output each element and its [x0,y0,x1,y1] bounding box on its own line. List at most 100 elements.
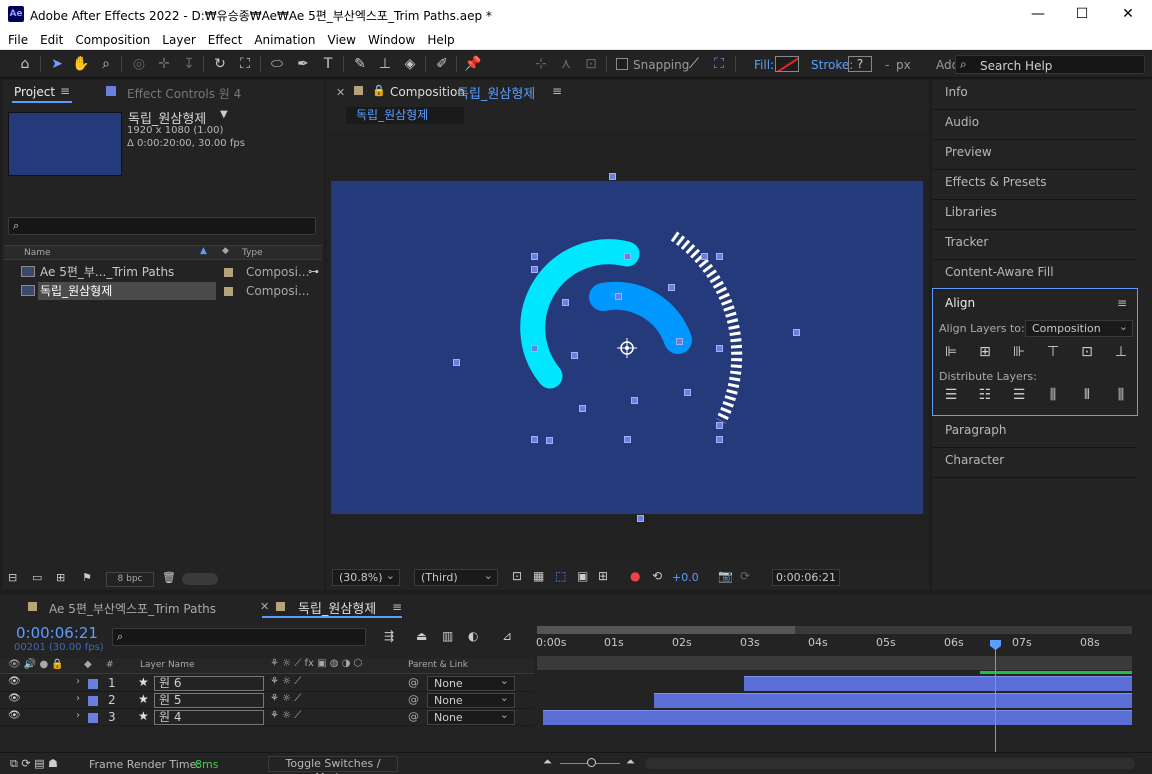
work-area-bar[interactable] [537,626,1132,634]
frame-blending-icon[interactable]: ◐ [468,629,478,643]
align-bottom-icon[interactable]: ⊥ [1113,344,1129,360]
type-tool-icon[interactable]: T [317,54,339,74]
puppet-tool-icon[interactable]: 📌 [462,54,484,74]
bounding-handle[interactable] [531,436,538,443]
rotation-tool-icon[interactable]: ↻ [209,54,231,74]
paragraph-panel[interactable]: Paragraph [932,418,1137,448]
grid-guides-icon[interactable]: ⊞ [598,569,608,583]
bounding-handle[interactable] [531,266,538,273]
mask-path-icon[interactable]: ⬚ [555,569,566,583]
show-snapshot-icon[interactable]: ⟳ [740,569,750,583]
bounding-handle[interactable] [668,284,675,291]
shy-layers-icon[interactable]: ▥ [442,629,453,643]
arc-blue[interactable] [589,281,692,354]
interpret-footage-icon[interactable]: ⊟ [8,571,17,584]
distribute-top-icon[interactable]: ☰ [943,387,959,403]
align-vertical-center-icon[interactable]: ⊡ [1079,344,1095,360]
menu-effect[interactable]: Effect [202,30,249,50]
project-tab[interactable]: Project [14,85,55,99]
comp-dropdown-icon[interactable]: ▼ [220,109,228,120]
pick-whip-icon[interactable]: @ [408,693,419,706]
new-comp-icon[interactable]: ⊞ [56,571,65,584]
clone-stamp-tool-icon[interactable]: ⊥ [374,54,396,74]
dolly-camera-icon[interactable]: ↧ [178,54,200,74]
timeline-timecode[interactable]: 0:00:06:21 [16,624,98,642]
comp-flowchart-icon[interactable]: ⇶ [384,629,394,643]
tracker-panel[interactable]: Tracker [932,230,1137,260]
layer-switches[interactable]: ⚘ ☼ ⟋ [270,710,301,721]
expand-chevron-icon[interactable]: › [76,676,80,687]
timeline-tab-other[interactable]: Ae 5편_부산엑스포_Trim Paths [49,600,216,617]
zoom-slider-thumb[interactable] [587,758,596,767]
pen-tool-icon[interactable]: ✒ [292,54,314,74]
pick-whip-icon[interactable]: @ [408,710,419,723]
exposure-value[interactable]: +0.0 [672,571,699,584]
bounding-handle[interactable] [562,299,569,306]
hand-tool-icon[interactable]: ✋ [70,54,92,74]
home-icon[interactable]: ⌂ [14,54,36,74]
anchor-point-icon[interactable] [617,338,637,358]
viewer-menu-icon[interactable]: ≡ [552,84,562,98]
region-of-interest-icon[interactable]: ▣ [577,569,588,583]
libraries-panel[interactable]: Libraries [932,200,1137,230]
layer-row[interactable]: 👁 › 2 ★ 원 5 ⚘ ☼ ⟋ @ None [0,691,534,709]
roto-brush-tool-icon[interactable]: ✐ [431,54,453,74]
bounding-handle[interactable] [684,389,691,396]
zoom-in-icon[interactable]: ⏶ [626,755,635,769]
project-menu-icon[interactable]: ≡ [60,84,70,98]
effects-presets-panel[interactable]: Effects & Presets [932,170,1137,200]
parent-dropdown[interactable]: None [427,674,515,691]
bounding-handle[interactable] [716,422,723,429]
visibility-eye-icon[interactable]: 👁 [8,693,21,704]
playhead-line[interactable] [995,648,996,754]
snap-edges-icon[interactable]: ⟋ [683,54,705,74]
project-item[interactable]: Ae 5편_부..._Trim Paths Composi... ⊶ [4,263,322,281]
expand-chevron-icon[interactable]: › [76,710,80,721]
bounding-handle[interactable] [701,253,708,260]
toggle-switches-modes-button[interactable]: Toggle Switches / Modes [268,756,398,774]
orbit-camera-icon[interactable]: ◎ [128,54,150,74]
eraser-tool-icon[interactable]: ◈ [399,54,421,74]
adjust-project-icon[interactable]: ⚑ [82,571,92,584]
bounding-handle[interactable] [453,359,460,366]
col-name[interactable]: Name [24,248,51,258]
resolution-dropdown[interactable]: (Third) [414,568,498,586]
menu-file[interactable]: File [0,30,34,50]
draft-3d-icon[interactable]: ⏏ [416,629,427,643]
new-folder-icon[interactable]: ▭ [32,571,42,584]
reset-exposure-icon[interactable]: ⟲ [652,569,662,583]
brush-tool-icon[interactable]: ✎ [349,54,371,74]
bounding-handle[interactable] [676,338,683,345]
snap-feature-icon[interactable]: ⛶ [708,54,730,74]
axis-view-icon[interactable]: ⊡ [580,54,602,74]
menu-composition[interactable]: Composition [69,30,156,50]
bounding-handle[interactable] [609,173,616,180]
viewer-timecode[interactable]: 0:00:06:21 [772,569,840,586]
preview-panel[interactable]: Preview [932,140,1137,170]
axis-local-icon[interactable]: ⊹ [530,54,552,74]
bounding-handle[interactable] [571,352,578,359]
thumbnail-size-slider[interactable] [182,573,218,585]
pick-whip-icon[interactable]: @ [408,676,419,689]
align-left-icon[interactable]: ⊫ [943,344,959,360]
close-tab-icon[interactable]: ✕ [260,600,269,613]
flowchart-icon[interactable]: ⊶ [308,263,319,281]
menu-layer[interactable]: Layer [156,30,201,50]
transparency-grid-icon[interactable]: ▦ [533,569,544,583]
bounding-handle[interactable] [793,329,800,336]
selection-tool-icon[interactable]: ➤ [46,54,68,74]
stroke-swatch[interactable]: ? [848,56,872,72]
align-right-icon[interactable]: ⊪ [1011,344,1027,360]
bounding-handle[interactable] [631,397,638,404]
color-channels-icon[interactable]: ● [630,569,640,583]
col-type[interactable]: Type [242,248,263,258]
timeline-tab-active[interactable]: 독립_원삼형제 [298,598,376,617]
zoom-out-icon[interactable]: ⏶ [543,755,552,769]
menu-window[interactable]: Window [362,30,421,50]
ellipse-tool-icon[interactable]: ⬭ [266,54,288,74]
composition-tab-name[interactable]: 독립_원삼형제 [457,83,535,102]
axis-world-icon[interactable]: ⋏ [555,54,577,74]
trash-icon[interactable]: 🗑 [162,571,176,584]
fill-swatch[interactable] [775,56,799,72]
timeline-menu-icon[interactable]: ≡ [392,600,402,614]
